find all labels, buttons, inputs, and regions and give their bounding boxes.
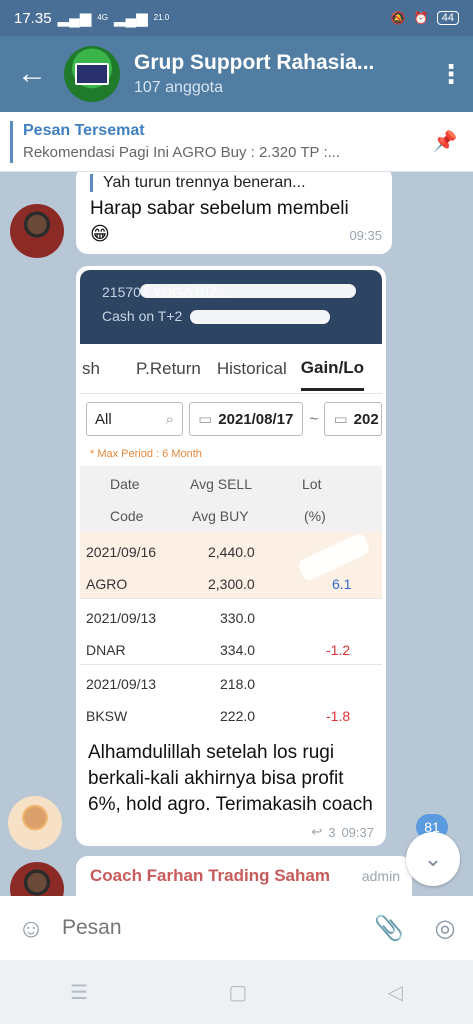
col-pct: (%) [304, 508, 326, 524]
message-composer: ☺ 📎 ◎ [0, 896, 473, 960]
back-nav-icon[interactable]: ◁ [387, 980, 402, 1005]
row-sell: 330.0 [220, 610, 256, 626]
row-divider [80, 664, 382, 665]
message-bubble[interactable]: Yah turun trennya beneran... Harap sabar… [76, 172, 392, 254]
alarm-icon: ⏰ [413, 11, 429, 25]
book-icon [75, 63, 109, 85]
row-code: DNAR [86, 642, 126, 658]
pinned-message-bar[interactable]: Pesan Tersemat Rekomendasi Pagi Ini AGRO… [0, 112, 473, 172]
date-from: ▭ 2021/08/17 [189, 402, 304, 436]
message-input[interactable] [62, 916, 361, 940]
row-date: 2021/09/16 [86, 544, 157, 560]
message-time: 09:35 [349, 228, 382, 243]
speed-value: 21.0 [153, 13, 170, 22]
avatar[interactable] [8, 796, 62, 850]
vibrate-icon: 🔕 [390, 11, 406, 25]
date-to-value: 202 [353, 410, 379, 428]
sticker-icon[interactable]: ☺ [0, 913, 62, 944]
network-label: 4G [97, 13, 108, 22]
signal-icon-2: ▂▄▆ [113, 10, 148, 27]
row-buy: 222.0 [220, 708, 256, 724]
row-sell: 218.0 [220, 676, 256, 692]
title-box[interactable]: Grup Support Rahasia... 107 anggota [134, 51, 429, 97]
paperclip-icon[interactable]: 📎 [361, 914, 417, 943]
message-text: Alhamdulillah setelah los rugi berkali-k… [88, 742, 373, 815]
back-arrow-icon[interactable]: ← [0, 57, 64, 91]
chat-header: ← Grup Support Rahasia... 107 anggota ⋮ [0, 36, 473, 112]
message-text-body: Harap sabar sebelum membeli [90, 198, 349, 219]
row-divider [80, 598, 382, 599]
group-title: Grup Support Rahasia... [134, 51, 375, 74]
redaction-scribble [140, 284, 356, 298]
calendar-icon: ▭ [198, 411, 213, 428]
col-code: Code [110, 508, 144, 524]
screenshot-tabs: sh P.Return Historical Gain/Lo [80, 344, 382, 394]
member-count: 107 anggota [134, 79, 223, 96]
col-lot: Lot [302, 476, 322, 492]
reply-quote[interactable]: Yah turun trennya beneran... [90, 174, 306, 192]
tab-label: sh [82, 358, 100, 378]
message-meta: ↩ 3 09:37 [311, 824, 374, 840]
row-buy: 334.0 [220, 642, 256, 658]
message-bubble[interactable]: Coach Farhan Trading Saham admin [76, 856, 412, 896]
message-text: Harap sabar sebelum membeli 😁 [90, 196, 349, 248]
battery-icon: 44 [436, 11, 459, 25]
status-time: 17.35 [14, 9, 52, 27]
attached-screenshot[interactable]: 215707 YUGA RIZ... Cash on T+2 sh P.Retu… [80, 270, 382, 738]
avatar[interactable] [10, 862, 64, 896]
table-header: Date Avg SELL Lot Code Avg BUY (%) [80, 466, 382, 532]
chevron-down-icon: ⌄ [423, 846, 443, 871]
date-separator: ~ [309, 411, 319, 428]
home-icon[interactable]: ▢ [228, 980, 247, 1005]
max-period-note: * Max Period : 6 Month [90, 448, 202, 460]
reply-arrow-icon[interactable]: ↩ [311, 824, 322, 840]
col-avg-sell: Avg SELL [190, 476, 253, 492]
row-pct: -1.8 [326, 708, 351, 724]
chat-area[interactable]: Yah turun trennya beneran... Harap sabar… [0, 172, 473, 896]
more-menu-icon[interactable]: ⋮ [429, 59, 473, 90]
status-bar: 17.35 ▂▄▆ 4G ▂▄▆ 21.0 🔕 ⏰ 44 [0, 0, 473, 36]
admin-badge: admin [361, 868, 400, 884]
row-date: 2021/09/13 [86, 676, 157, 692]
photo-message-bubble[interactable]: 215707 YUGA RIZ... Cash on T+2 sh P.Retu… [76, 266, 386, 846]
row-date: 2021/09/13 [86, 610, 157, 626]
filter-all-label: All [95, 410, 112, 428]
col-date: Date [110, 476, 140, 492]
date-to: ▭ 202 [324, 402, 382, 436]
pinned-label: Pesan Tersemat [23, 122, 145, 139]
tab-label: P.Return [135, 358, 201, 378]
row-code: BKSW [86, 708, 128, 724]
row-pct: 6.1 [332, 576, 352, 592]
col-avg-buy: Avg BUY [192, 508, 249, 524]
row-code: AGRO [86, 576, 128, 592]
calendar-icon: ▭ [333, 411, 348, 428]
pinned-accent-bar [10, 120, 13, 163]
tab-label-active: Gain/Lo [300, 358, 365, 391]
grin-emoji: 😁 [90, 224, 110, 245]
screenshot-filters: All ⌕ ▭ 2021/08/17 ~ ▭ 202 [86, 402, 382, 438]
avatar[interactable] [10, 204, 64, 258]
reply-count[interactable]: 3 [328, 825, 335, 840]
row-sell: 2,440.0 [208, 544, 255, 560]
search-icon: ⌕ [165, 410, 175, 428]
cash-line: Cash on T+2 [102, 308, 183, 324]
scroll-down-button[interactable]: ⌄ [406, 832, 460, 886]
filter-select: All ⌕ [86, 402, 184, 436]
row-pct: -1.2 [326, 642, 351, 658]
sender-name[interactable]: Coach Farhan Trading Saham [90, 866, 330, 886]
pinned-text: Rekomendasi Pagi Ini AGRO Buy : 2.320 TP… [23, 144, 341, 161]
camera-icon[interactable]: ◎ [417, 914, 473, 943]
message-time: 09:37 [341, 824, 374, 840]
signal-icon: ▂▄▆ [57, 10, 92, 27]
date-from-value: 2021/08/17 [218, 410, 294, 428]
group-avatar[interactable] [64, 46, 120, 102]
pin-list-icon[interactable]: 📌 [417, 129, 473, 154]
row-buy: 2,300.0 [208, 576, 255, 592]
recents-icon[interactable]: ☰ [70, 980, 88, 1005]
redaction-scribble [190, 310, 330, 324]
system-nav-bar: ☰ ▢ ◁ [0, 960, 473, 1024]
tab-label: Historical [216, 358, 287, 378]
screenshot-header: 215707 YUGA RIZ... Cash on T+2 [80, 270, 382, 344]
